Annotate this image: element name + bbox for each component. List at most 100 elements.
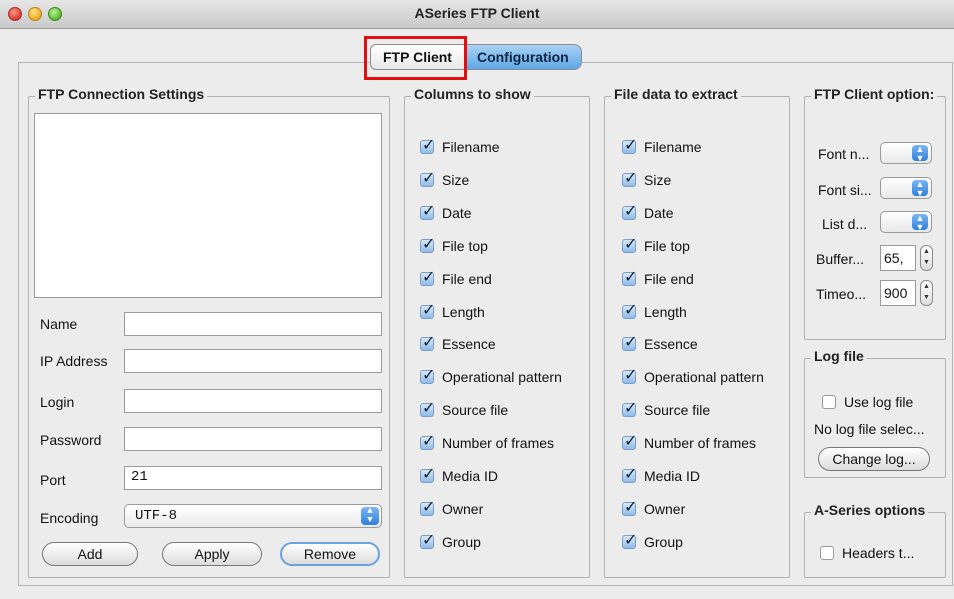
checkbox-checked-icon (420, 300, 435, 320)
checkbox-label: Operational pattern (442, 369, 562, 385)
checkbox-size[interactable]: Size (420, 168, 469, 188)
buffer-stepper[interactable]: ▲ ▼ (920, 245, 933, 271)
checkbox-filename[interactable]: Filename (622, 135, 702, 155)
checkbox-label: Date (442, 205, 472, 221)
ftp-client-options-legend: FTP Client option: (811, 86, 938, 102)
log-file-status: No log file selec... (814, 421, 925, 437)
headers-label: Headers t... (842, 545, 915, 561)
checkbox-owner[interactable]: Owner (420, 497, 483, 517)
password-label: Password (40, 432, 102, 448)
timeout-stepper[interactable]: ▲ ▼ (920, 280, 933, 306)
checkbox-label: Operational pattern (644, 369, 764, 385)
chevron-updown-icon: ▲ ▼ (912, 214, 928, 232)
checkbox-essence[interactable]: Essence (622, 332, 698, 352)
log-file-legend: Log file (811, 348, 867, 364)
list-d-select[interactable]: ▲ ▼ (880, 211, 932, 233)
checkbox-label: File end (644, 271, 694, 287)
file-data-to-extract-legend: File data to extract (611, 86, 741, 102)
checkbox-file-end[interactable]: File end (622, 267, 694, 287)
checkbox-date[interactable]: Date (622, 201, 674, 221)
checkbox-checked-icon (420, 365, 435, 385)
checkbox-label: File end (442, 271, 492, 287)
checkbox-label: Filename (442, 139, 500, 155)
checkbox-checked-icon (420, 201, 435, 221)
checkbox-filename[interactable]: Filename (420, 135, 500, 155)
login-label: Login (40, 394, 75, 410)
connection-list[interactable] (34, 113, 382, 298)
checkbox-checked-icon (622, 201, 637, 221)
checkbox-length[interactable]: Length (420, 300, 485, 320)
checkbox-group[interactable]: Group (420, 530, 481, 550)
ip-address-field[interactable] (124, 349, 382, 373)
remove-button[interactable]: Remove (280, 542, 380, 566)
checkbox-source-file[interactable]: Source file (622, 398, 710, 418)
checkbox-checked-icon (622, 398, 637, 418)
checkbox-file-end[interactable]: File end (420, 267, 492, 287)
checkbox-number-of-frames[interactable]: Number of frames (622, 431, 756, 451)
name-field[interactable] (124, 312, 382, 336)
checkbox-operational-pattern[interactable]: Operational pattern (420, 365, 562, 385)
list-d-label: List d... (822, 216, 868, 232)
checkbox-checked-icon (420, 431, 435, 451)
checkbox-label: Group (442, 534, 481, 550)
encoding-select[interactable]: UTF-8 ▲ ▼ (124, 504, 382, 528)
checkbox-checked-icon (420, 398, 435, 418)
tab-ftp-client[interactable]: FTP Client (370, 44, 465, 70)
checkbox-group[interactable]: Group (622, 530, 683, 550)
headers-checkbox[interactable]: Headers t... (820, 545, 914, 561)
checkbox-label: Filename (644, 139, 702, 155)
checkbox-date[interactable]: Date (420, 201, 472, 221)
checkbox-label: Owner (644, 501, 686, 517)
checkbox-checked-icon (622, 431, 637, 451)
port-label: Port (40, 472, 66, 488)
add-button[interactable]: Add (42, 542, 138, 566)
checkbox-label: Date (644, 205, 674, 221)
checkbox-checked-icon (420, 234, 435, 254)
ftp-connection-settings-legend: FTP Connection Settings (35, 86, 208, 102)
checkbox-source-file[interactable]: Source file (420, 398, 508, 418)
checkbox-checked-icon (420, 332, 435, 352)
timeout-field[interactable]: 900 (880, 280, 916, 306)
checkbox-length[interactable]: Length (622, 300, 687, 320)
window-title: ASeries FTP Client (414, 5, 540, 21)
checkbox-checked-icon (622, 332, 637, 352)
login-field[interactable] (124, 389, 382, 413)
checkbox-operational-pattern[interactable]: Operational pattern (622, 365, 764, 385)
tab-configuration[interactable]: Configuration (464, 44, 582, 70)
name-label: Name (40, 316, 78, 332)
checkbox-label: Media ID (442, 468, 499, 484)
checkbox-checked-icon (420, 530, 435, 550)
checkbox-label: Length (442, 304, 485, 320)
font-size-label: Font si... (818, 182, 872, 198)
apply-button[interactable]: Apply (162, 542, 262, 566)
checkbox-checked-icon (622, 464, 637, 484)
checkbox-number-of-frames[interactable]: Number of frames (420, 431, 555, 451)
checkbox-size[interactable]: Size (622, 168, 672, 188)
checkbox-checked-icon (622, 497, 637, 517)
buffer-field[interactable]: 65, (880, 245, 916, 271)
tab-bar: FTP Client Configuration (370, 44, 582, 70)
checkbox-file-top[interactable]: File top (622, 234, 690, 254)
checkbox-unchecked-icon (820, 546, 834, 560)
checkbox-owner[interactable]: Owner (622, 497, 686, 517)
encoding-label: Encoding (40, 510, 99, 526)
checkbox-checked-icon (420, 497, 435, 517)
change-log-button[interactable]: Change log... (818, 447, 930, 471)
checkbox-checked-icon (622, 365, 637, 385)
font-size-select[interactable]: ▲ ▼ (880, 177, 932, 199)
use-log-file-label: Use log file (844, 394, 914, 410)
checkbox-checked-icon (622, 135, 637, 155)
port-field[interactable]: 21 (124, 466, 382, 490)
chevron-updown-icon: ▲ ▼ (912, 145, 928, 163)
checkbox-checked-icon (420, 168, 435, 188)
checkbox-file-top[interactable]: File top (420, 234, 488, 254)
checkbox-label: Size (644, 172, 672, 188)
checkbox-media-id[interactable]: Media ID (622, 464, 700, 484)
checkbox-essence[interactable]: Essence (420, 332, 496, 352)
font-name-select[interactable]: ▲ ▼ (880, 142, 932, 164)
checkbox-label: Number of frames (442, 435, 555, 451)
checkbox-media-id[interactable]: Media ID (420, 464, 499, 484)
a-series-options-legend: A-Series options (811, 502, 929, 518)
password-field[interactable] (124, 427, 382, 451)
use-log-file-checkbox[interactable]: Use log file (822, 394, 913, 410)
